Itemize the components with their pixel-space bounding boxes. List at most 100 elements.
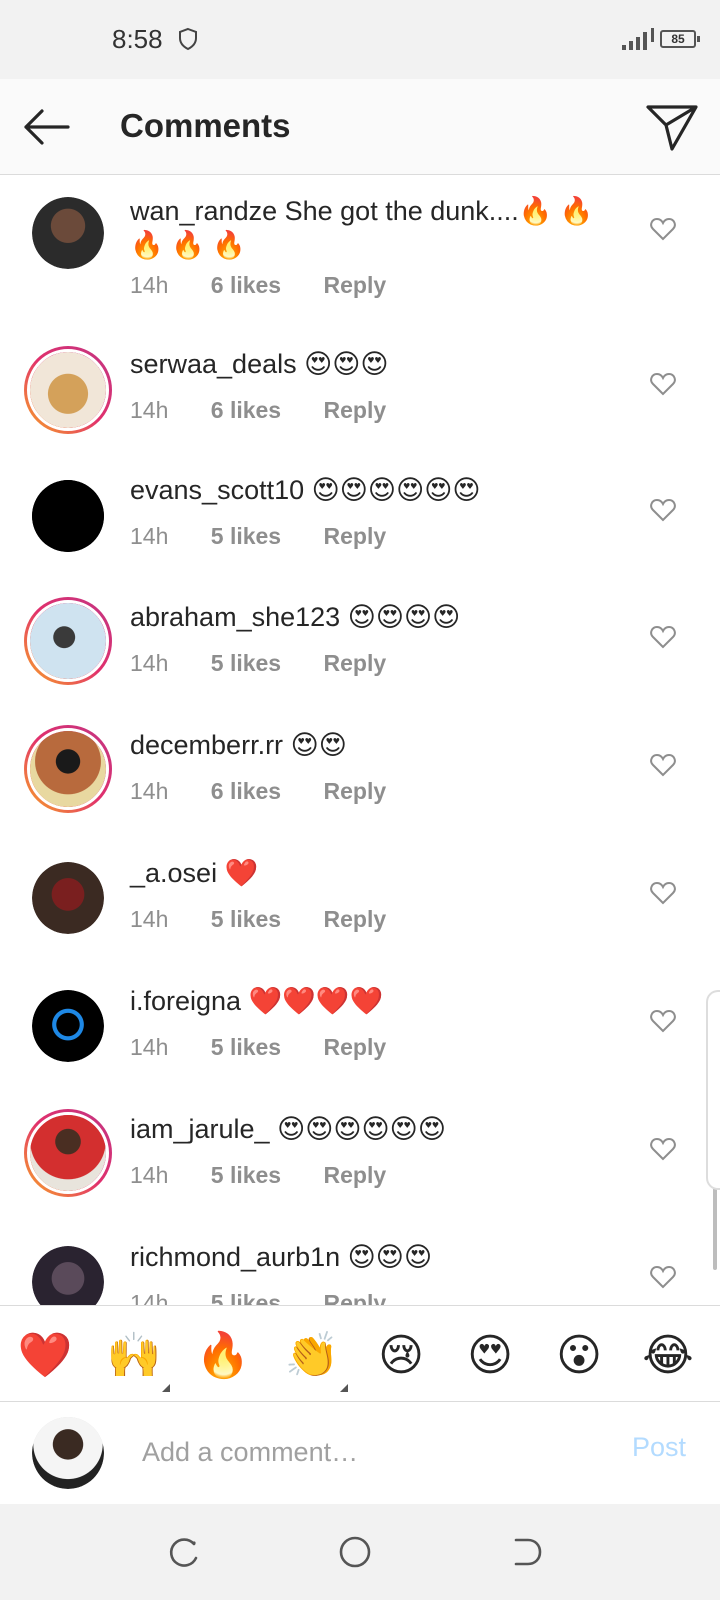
red-heart-emoji-button[interactable]: ❤️ xyxy=(17,1330,73,1382)
comment-likes[interactable]: 5 likes xyxy=(211,1162,281,1188)
avatar[interactable] xyxy=(24,1109,112,1197)
comment-likes[interactable]: 6 likes xyxy=(211,272,281,298)
comment-time: 14h xyxy=(130,906,169,932)
edge-panel-handle[interactable] xyxy=(706,990,720,1190)
comment-username[interactable]: i.foreigna xyxy=(130,986,241,1016)
raised-hands-emoji-button[interactable]: 🙌 xyxy=(106,1330,162,1382)
comment-username[interactable]: iam_jarule_ xyxy=(130,1114,270,1144)
post-button[interactable]: Post xyxy=(632,1432,686,1463)
back-arrow-icon[interactable] xyxy=(20,105,76,149)
comment-likes[interactable]: 5 likes xyxy=(211,906,281,932)
comment-item: richmond_aurb1n 😍😍😍 14h 5 likes Reply xyxy=(0,1221,720,1305)
comment-item: i.foreigna ❤️❤️❤️❤️ 14h 5 likes Reply xyxy=(0,965,720,1093)
heart-icon[interactable] xyxy=(650,498,676,522)
comment-likes[interactable]: 6 likes xyxy=(211,397,281,423)
comment-username[interactable]: serwaa_deals xyxy=(130,349,297,379)
avatar[interactable] xyxy=(24,725,112,813)
comments-list[interactable]: wan_randze She got the dunk....🔥 🔥 🔥 🔥 🔥… xyxy=(0,175,720,1305)
recent-apps-icon[interactable] xyxy=(166,1534,202,1570)
comment-text: 😍😍😍😍😍😍 xyxy=(311,475,481,505)
heart-icon[interactable] xyxy=(650,625,676,649)
reply-button[interactable]: Reply xyxy=(324,523,387,549)
heart-icon[interactable] xyxy=(650,1009,676,1033)
comment-item: abraham_she123 😍😍😍😍 14h 5 likes Reply xyxy=(0,581,720,709)
status-bar: 8:58 85 xyxy=(0,0,720,79)
avatar[interactable] xyxy=(32,197,104,269)
comment-time: 14h xyxy=(130,397,169,423)
quick-emoji-bar: ❤️ 🙌 🔥 👏 😢 😍 😮 😂 xyxy=(0,1305,720,1402)
signal-icon xyxy=(622,28,654,50)
skin-tone-indicator xyxy=(340,1384,348,1392)
my-avatar xyxy=(32,1417,104,1489)
comment-likes[interactable]: 5 likes xyxy=(211,1290,281,1305)
surprised-face-emoji-button[interactable]: 😮 xyxy=(551,1330,607,1382)
header: Comments xyxy=(0,79,720,175)
comment-item: wan_randze She got the dunk....🔥 🔥 🔥 🔥 🔥… xyxy=(0,175,720,325)
home-icon[interactable] xyxy=(337,1534,373,1570)
direct-message-icon[interactable] xyxy=(644,101,700,153)
heart-icon[interactable] xyxy=(650,753,676,777)
comment-composer: Post xyxy=(0,1402,720,1504)
reply-button[interactable]: Reply xyxy=(324,1034,387,1060)
shield-icon xyxy=(179,27,197,51)
comment-text: 😍😍 xyxy=(290,730,347,760)
heart-icon[interactable] xyxy=(650,881,676,905)
comment-likes[interactable]: 5 likes xyxy=(211,523,281,549)
comment-time: 14h xyxy=(130,650,169,676)
comment-username[interactable]: _a.osei xyxy=(130,858,217,888)
back-icon[interactable] xyxy=(508,1534,544,1570)
reply-button[interactable]: Reply xyxy=(324,650,387,676)
comment-username[interactable]: wan_randze xyxy=(130,196,277,226)
heart-icon[interactable] xyxy=(650,1265,676,1289)
comment-text: 😍😍😍😍😍😍 xyxy=(277,1114,446,1144)
comment-username[interactable]: evans_scott10 xyxy=(130,475,304,505)
avatar[interactable] xyxy=(32,862,104,934)
heart-icon[interactable] xyxy=(650,372,676,396)
comment-time: 14h xyxy=(130,778,169,804)
comment-item: evans_scott10 😍😍😍😍😍😍 14h 5 likes Reply xyxy=(0,453,720,581)
comment-username[interactable]: abraham_she123 xyxy=(130,602,340,632)
battery-icon: 85 xyxy=(660,30,700,48)
heart-icon[interactable] xyxy=(650,217,676,241)
reply-button[interactable]: Reply xyxy=(324,906,387,932)
reply-button[interactable]: Reply xyxy=(324,397,387,423)
heart-icon[interactable] xyxy=(650,1137,676,1161)
comment-likes[interactable]: 6 likes xyxy=(211,778,281,804)
comment-time: 14h xyxy=(130,272,169,298)
comment-text: 😍😍😍 xyxy=(347,1242,433,1272)
comment-item: _a.osei ❤️ 14h 5 likes Reply xyxy=(0,837,720,965)
heart-eyes-emoji-button[interactable]: 😍 xyxy=(462,1330,518,1382)
comment-text: 😍😍😍 xyxy=(304,349,389,379)
comment-likes[interactable]: 5 likes xyxy=(211,650,281,676)
comment-time: 14h xyxy=(130,523,169,549)
reply-button[interactable]: Reply xyxy=(324,1290,387,1305)
avatar[interactable] xyxy=(24,597,112,685)
comment-text: ❤️ xyxy=(224,858,259,888)
comment-time: 14h xyxy=(130,1034,169,1060)
comment-username[interactable]: richmond_aurb1n xyxy=(130,1242,340,1272)
comment-username[interactable]: decemberr.rr xyxy=(130,730,283,760)
page-title: Comments xyxy=(120,107,291,144)
comment-time: 14h xyxy=(130,1290,169,1305)
comment-input[interactable] xyxy=(142,1430,602,1474)
avatar[interactable] xyxy=(32,990,104,1062)
comment-item: serwaa_deals 😍😍😍 14h 6 likes Reply xyxy=(0,325,720,453)
comment-likes[interactable]: 5 likes xyxy=(211,1034,281,1060)
avatar[interactable] xyxy=(24,346,112,434)
system-nav-bar xyxy=(0,1504,720,1600)
crying-face-emoji-button[interactable]: 😢 xyxy=(373,1330,429,1382)
reply-button[interactable]: Reply xyxy=(324,272,387,298)
fire-emoji-button[interactable]: 🔥 xyxy=(195,1330,251,1382)
comment-time: 14h xyxy=(130,1162,169,1188)
avatar[interactable] xyxy=(32,480,104,552)
reply-button[interactable]: Reply xyxy=(324,1162,387,1188)
avatar[interactable] xyxy=(32,1246,104,1305)
reply-button[interactable]: Reply xyxy=(324,778,387,804)
comment-item: decemberr.rr 😍😍 14h 6 likes Reply xyxy=(0,709,720,837)
comment-text: ❤️❤️❤️❤️ xyxy=(248,986,384,1016)
skin-tone-indicator xyxy=(162,1384,170,1392)
clapping-hands-emoji-button[interactable]: 👏 xyxy=(284,1330,340,1382)
tears-of-joy-emoji-button[interactable]: 😂 xyxy=(640,1330,696,1382)
comment-item: iam_jarule_ 😍😍😍😍😍😍 14h 5 likes Reply xyxy=(0,1093,720,1221)
comment-text: 😍😍😍😍 xyxy=(347,602,461,632)
